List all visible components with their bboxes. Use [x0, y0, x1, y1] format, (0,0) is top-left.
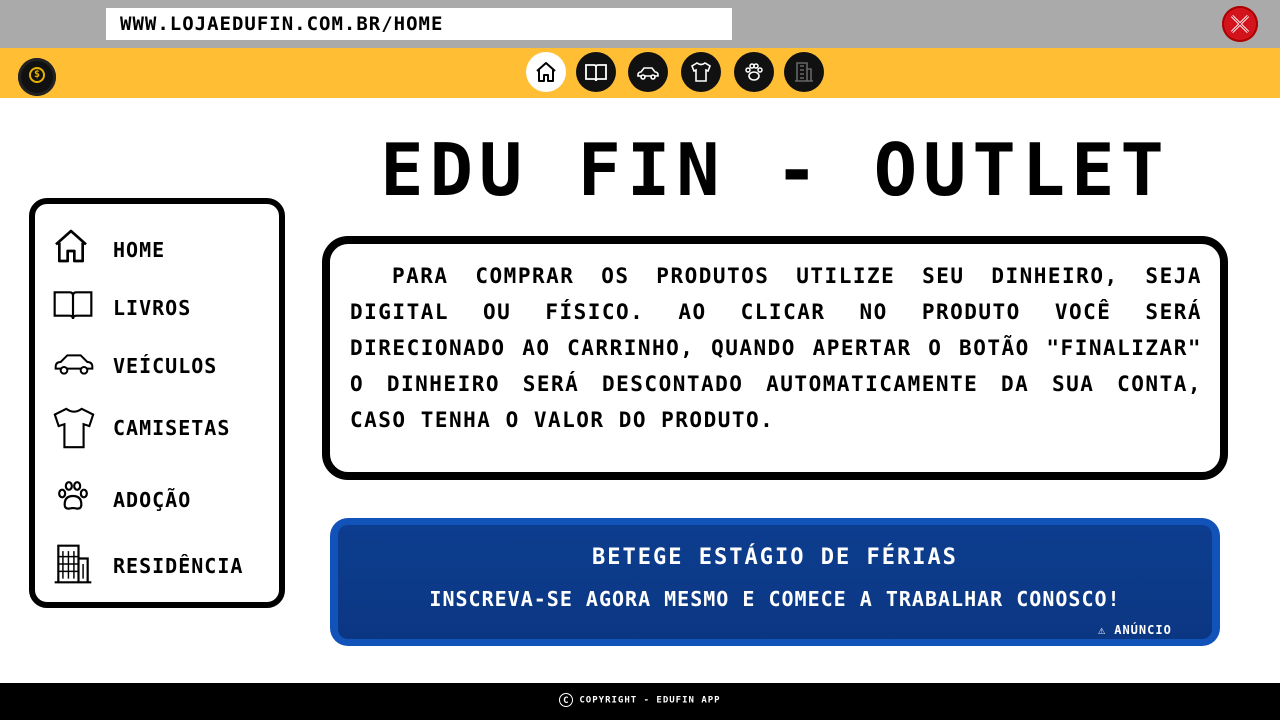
ad-badge-label: ANÚNCiO [1114, 623, 1172, 637]
warning-icon: ⚠ [1098, 623, 1107, 637]
home-icon [55, 229, 87, 263]
info-text: PARA COMPRAR OS PRODUTOS UTiLiZE SEU DiN… [350, 264, 1202, 432]
sidebar-item-books[interactable]: LiVROS [51, 284, 271, 328]
close-icon [1230, 14, 1250, 34]
sidebar-item-label: CAMiSETAS [113, 416, 231, 440]
footer-text: COPYRiGHT - EDUFiN APP [579, 695, 721, 706]
book-icon [585, 64, 607, 82]
ad-banner[interactable]: BETEGE ESTÁGiO DE FÉRiAS iNSCREVA-SE AGO… [330, 518, 1220, 646]
ad-subtitle: iNSCREVA-SE AGORA MESMO E COMECE A TRABA… [429, 587, 1121, 611]
footer: C COPYRiGHT - EDUFiN APP [0, 683, 1280, 720]
ad-content: BETEGE ESTÁGiO DE FÉRiAS iNSCREVA-SE AGO… [338, 525, 1212, 639]
ad-title: BETEGE ESTÁGiO DE FÉRiAS [592, 545, 958, 570]
home-icon [536, 62, 556, 82]
car-icon [54, 354, 94, 375]
footer-content: C COPYRiGHT - EDUFiN APP [0, 693, 1280, 707]
sidebar-item-label: VEÍCULOS [113, 354, 218, 378]
building-icon [795, 62, 813, 82]
sidebar-item-shirts[interactable]: CAMiSETAS [51, 404, 271, 449]
nav-home-button[interactable] [526, 52, 566, 92]
sidebar: HOME LiVROS VEÍCULOS CAMiSETAS ADOÇÃO [29, 198, 285, 608]
sidebar-item-label: ADOÇÃO [113, 488, 192, 512]
ad-badge: ⚠ ANÚNCiO [1098, 623, 1172, 637]
shirt-icon [691, 62, 711, 82]
close-button[interactable] [1222, 6, 1258, 42]
nav-books-button[interactable] [576, 52, 616, 92]
sidebar-item-label: RESiDÊNCiA [113, 554, 244, 578]
copyright-icon: C [559, 693, 574, 707]
coin-logo-icon[interactable]: $ [18, 58, 56, 96]
top-navigation: $ [0, 48, 1280, 98]
sidebar-item-label: LiVROS [113, 296, 192, 320]
nav-adoption-button[interactable] [734, 52, 774, 92]
url-bar[interactable]: WWW.LOJAEDUFiN.COM.BR/HOME [106, 8, 732, 40]
nav-shirts-button[interactable] [681, 52, 721, 92]
paw-icon [58, 481, 88, 510]
sidebar-item-home[interactable]: HOME [51, 226, 271, 270]
info-box: PARA COMPRAR OS PRODUTOS UTiLiZE SEU DiN… [322, 236, 1228, 480]
shirt-icon [53, 407, 95, 449]
page-title: EDU FiN - OUTLET [380, 128, 1170, 212]
sidebar-item-label: HOME [113, 238, 166, 262]
nav-residence-button[interactable] [784, 52, 824, 92]
sidebar-item-adoption[interactable]: ADOÇÃO [51, 476, 271, 520]
book-icon [53, 291, 93, 320]
paw-icon [745, 63, 763, 81]
car-icon [637, 67, 659, 80]
sidebar-item-residence[interactable]: RESiDÊNCiA [51, 542, 271, 586]
building-icon [54, 544, 92, 584]
nav-vehicles-button[interactable] [628, 52, 668, 92]
browser-bar: WWW.LOJAEDUFiN.COM.BR/HOME [0, 0, 1280, 48]
sidebar-item-vehicles[interactable]: VEÍCULOS [51, 342, 271, 386]
